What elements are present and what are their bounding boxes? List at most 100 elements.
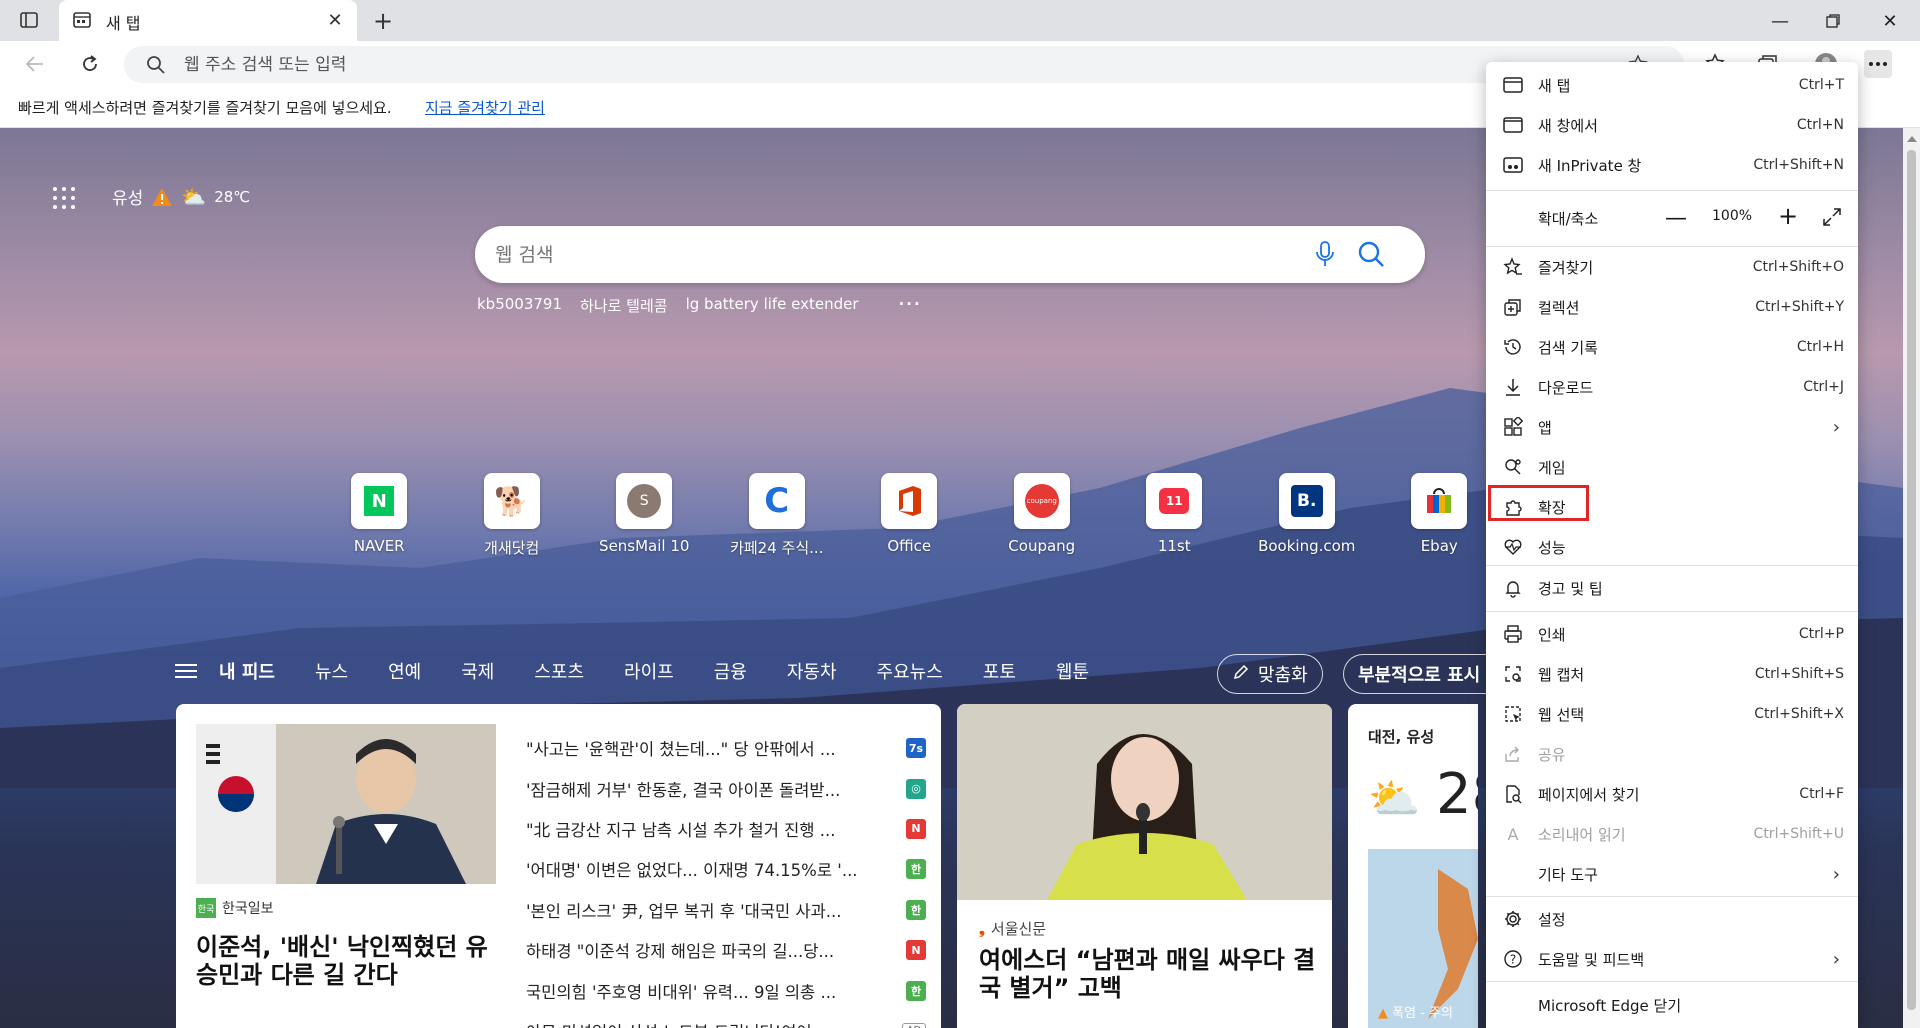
tab-new-tab[interactable]: 새 탭 ✕ (59, 0, 357, 41)
menu-item-find-on-page[interactable]: 페이지에서 찾기 Ctrl+F (1486, 775, 1858, 813)
refresh-icon[interactable] (75, 49, 105, 79)
apps-launcher-icon[interactable] (53, 187, 75, 209)
news-list-item[interactable]: "北 금강산 지구 남측 시설 추가 철거 진행 ... N (526, 809, 926, 849)
close-window-button[interactable]: ✕ (1870, 6, 1910, 36)
scroll-up-icon[interactable] (1907, 136, 1917, 142)
tab-world[interactable]: 국제 (461, 658, 494, 684)
menu-item-games[interactable]: 게임 (1486, 448, 1858, 486)
trending-item[interactable]: lg battery life extender (686, 295, 859, 316)
quicklink-cafe24[interactable]: C 카페24 주식... (711, 473, 844, 558)
personalize-button[interactable]: 맞춤화 (1217, 654, 1323, 694)
menu-item-performance[interactable]: 성능 (1486, 528, 1858, 566)
menu-item-help-feedback[interactable]: ? 도움말 및 피드백 › (1486, 940, 1858, 978)
zoom-out-button[interactable]: — (1664, 206, 1688, 231)
news-list-item[interactable]: 국민의힘 '주호영 비대위' 유력... 9일 의총 ... 한 (526, 970, 926, 1010)
restore-button[interactable] (1813, 6, 1853, 36)
news-list-item[interactable]: '잠금해제 거부' 한동훈, 결국 아이폰 돌려받... ◎ (526, 768, 926, 808)
menu-item-print[interactable]: 인쇄 Ctrl+P (1486, 615, 1858, 653)
quicklink-dog[interactable]: 🐕 개새닷컴 (446, 473, 579, 558)
tab-news[interactable]: 뉴스 (315, 658, 348, 684)
settings-more-icon[interactable] (1864, 50, 1892, 78)
menu-item-apps[interactable]: 앱 › (1486, 408, 1858, 446)
weather-alert: ▲ 폭염 - 주의 (1378, 1002, 1453, 1021)
quicklink-booking[interactable]: B. Booking.com (1241, 473, 1374, 558)
publisher-badge: N (906, 940, 926, 961)
partial-view-label: 부분적으로 표시 (1358, 665, 1481, 686)
quicklink-11st[interactable]: 11 11st (1108, 473, 1241, 558)
menu-item-favorites[interactable]: 즐겨찾기 Ctrl+Shift+O (1486, 248, 1858, 286)
menu-item-shortcut: Ctrl+Shift+N (1753, 157, 1844, 173)
quicklink-office[interactable]: Office (843, 473, 976, 558)
menu-item-new-tab[interactable]: 새 탭 Ctrl+T (1486, 66, 1858, 104)
tab-webtoon[interactable]: 웹툰 (1056, 658, 1089, 684)
pencil-icon (1232, 663, 1250, 686)
weather-widget[interactable]: 유성 ⛅ 28℃ (112, 184, 250, 210)
menu-item-share[interactable]: 공유 (1486, 735, 1858, 773)
menu-item-label: 웹 캡처 (1538, 665, 1585, 684)
search-icon (146, 55, 166, 79)
web-search-input[interactable]: 웹 검색 (495, 240, 553, 267)
partial-view-button[interactable]: 부분적으로 표시 (1343, 654, 1495, 694)
quicklink-naver[interactable]: N NAVER (313, 473, 446, 558)
trending-item[interactable]: kb5003791 (477, 295, 562, 316)
tab-top-news[interactable]: 주요뉴스 (877, 658, 943, 684)
news-list-item[interactable]: 아무 미션없이 삼성 노트북 드립니다!여어 ... AD (526, 1011, 926, 1028)
tab-actions-icon[interactable] (16, 8, 42, 32)
new-tab-button[interactable]: + (370, 7, 396, 35)
tab-finance[interactable]: 금융 (714, 658, 747, 684)
quicklink-coupang[interactable]: coupang Coupang (976, 473, 1109, 558)
menu-item-more-tools[interactable]: 기타 도구 › (1486, 855, 1858, 893)
address-bar[interactable] (124, 46, 1684, 83)
manage-favorites-link[interactable]: 지금 즐겨찾기 관리 (425, 97, 545, 118)
scrollbar-thumb[interactable] (1907, 150, 1916, 1010)
menu-item-shortcut: Ctrl+F (1799, 786, 1844, 802)
quicklink-sensmail[interactable]: S SensMail 10 (578, 473, 711, 558)
news-headline[interactable]: 이준석, '배신' 낙인찍혔던 유승민과 다른 길 간다 (196, 933, 496, 989)
news-list-item[interactable]: "사고는 '윤핵관'이 쳤는데..." 당 안팎에서 ... 7s (526, 728, 926, 768)
page-scrollbar[interactable] (1903, 128, 1920, 1028)
menu-hamburger-icon[interactable] (175, 660, 197, 682)
menu-item-new-window[interactable]: 새 창에서 Ctrl+N (1486, 106, 1858, 144)
svg-text:?: ? (1510, 953, 1516, 967)
menu-item-read-aloud[interactable]: A 소리내어 읽기 Ctrl+Shift+U (1486, 815, 1858, 853)
menu-item-web-select[interactable]: 웹 선택 Ctrl+Shift+X (1486, 695, 1858, 733)
news-card-secondary[interactable]: ❟ 서울신문 여에스더 “남편과 매일 싸우다 결국 별거” 고백 (957, 704, 1332, 1028)
news-list-item[interactable]: '어대명' 이변은 없었다... 이재명 74.15%로 '... 한 (526, 849, 926, 889)
close-tab-icon[interactable]: ✕ (325, 10, 345, 31)
menu-item-settings[interactable]: 설정 (1486, 900, 1858, 938)
menu-item-close-edge[interactable]: Microsoft Edge 닫기 (1486, 986, 1858, 1024)
minimize-button[interactable]: — (1760, 6, 1800, 36)
fullscreen-icon[interactable] (1822, 207, 1842, 231)
menu-item-inprivate[interactable]: 새 InPrivate 창 Ctrl+Shift+N (1486, 146, 1858, 184)
news-list-item[interactable]: 하태경 "이준석 강제 해임은 파국의 길...당... N (526, 930, 926, 970)
menu-item-downloads[interactable]: 다운로드 Ctrl+J (1486, 368, 1858, 406)
tab-photos[interactable]: 포토 (983, 658, 1016, 684)
search-submit-icon[interactable] (1357, 240, 1385, 272)
menu-item-collections[interactable]: 컬렉션 Ctrl+Shift+Y (1486, 288, 1858, 326)
weather-location: 유성 (112, 189, 144, 209)
tab-autos[interactable]: 자동차 (787, 658, 837, 684)
news-card-main[interactable]: 한국 한국일보 이준석, '배신' 낙인찍혔던 유승민과 다른 길 간다 "사고… (176, 704, 941, 1028)
address-input[interactable] (184, 46, 1384, 83)
tab-entertainment[interactable]: 연예 (388, 658, 421, 684)
weather-alert-text: 폭염 - 주의 (1392, 1006, 1453, 1021)
tab-my-feed[interactable]: 내 피드 (219, 658, 275, 684)
menu-divider (1486, 565, 1858, 566)
tab-life[interactable]: 라이프 (624, 658, 674, 684)
news-list-item[interactable]: '본인 리스크' 尹, 업무 복귀 후 '대국민 사과... 한 (526, 890, 926, 930)
news-headline[interactable]: 여에스더 “남편과 매일 싸우다 결국 별거” 고백 (979, 946, 1319, 1002)
menu-item-history[interactable]: 검색 기록 Ctrl+H (1486, 328, 1858, 366)
web-search-box[interactable]: 웹 검색 (475, 226, 1425, 283)
microphone-icon[interactable] (1315, 240, 1335, 272)
zoom-in-button[interactable]: + (1776, 202, 1800, 230)
trending-item[interactable]: 하나로 텔레콤 (580, 295, 668, 316)
menu-item-alerts-tips[interactable]: 경고 및 팁 (1486, 569, 1858, 607)
menu-item-label: 기타 도구 (1538, 865, 1598, 884)
partly-cloudy-icon: ⛅ (1368, 774, 1421, 823)
menu-item-web-capture[interactable]: 웹 캡처 Ctrl+Shift+S (1486, 655, 1858, 693)
tab-sports[interactable]: 스포츠 (534, 658, 584, 684)
more-trending-icon[interactable]: ··· (899, 295, 922, 316)
weather-card[interactable]: 대전, 유성 ⛅ 28 ▲ 폭염 - 주의 (1348, 704, 1478, 1028)
back-icon[interactable] (20, 49, 50, 79)
sensmail-icon: S (616, 473, 673, 529)
